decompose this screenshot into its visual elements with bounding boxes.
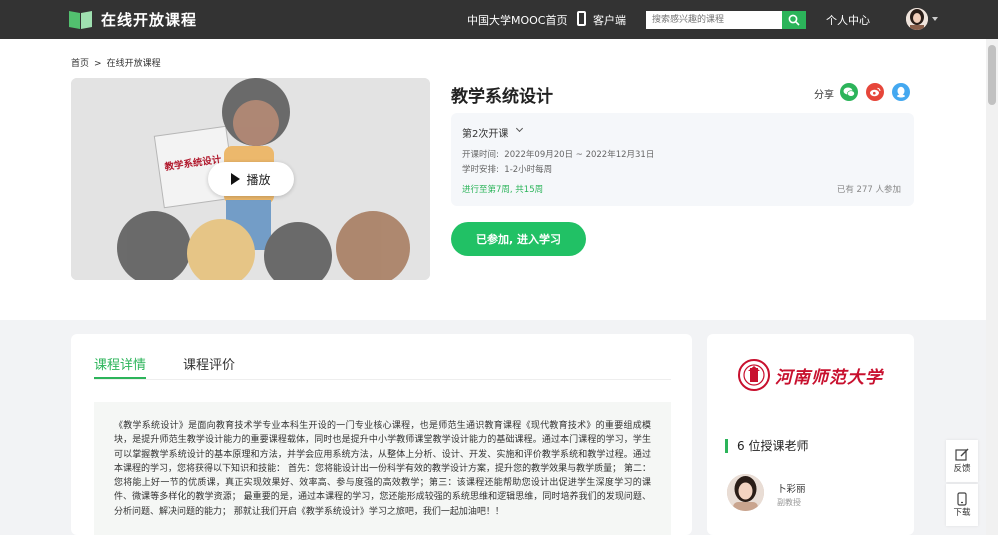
play-icon xyxy=(231,173,241,185)
active-tab-indicator xyxy=(94,377,146,379)
course-video-cover[interactable]: 教学系统设计 播放 xyxy=(71,78,430,280)
course-time-value: 2022年09月20日 ~ 2022年12月31日 xyxy=(504,150,655,160)
teacher-role: 副教授 xyxy=(777,498,801,507)
play-label: 播放 xyxy=(246,172,271,187)
scrollbar-thumb[interactable] xyxy=(988,45,996,105)
nav-personal-center[interactable]: 个人中心 xyxy=(826,12,870,28)
course-schedule-row: 学时安排: 1-2小时每周 xyxy=(462,163,552,175)
tab-course-details[interactable]: 课程详情 xyxy=(94,354,146,373)
play-button[interactable]: 播放 xyxy=(208,162,294,196)
course-detail-card: 课程详情 课程评价 《教学系统设计》是面向教育技术学专业本科生开设的一门专业核心… xyxy=(71,334,692,535)
chevron-down-icon[interactable] xyxy=(932,17,938,21)
participant-count: 已有 277 人参加 xyxy=(836,185,901,195)
university-name: 河南师范大学 xyxy=(775,367,883,388)
qq-share-icon[interactable] xyxy=(892,83,910,101)
university-logo[interactable]: 河南师范大学 xyxy=(737,358,883,392)
weibo-share-icon[interactable] xyxy=(866,83,884,101)
course-title: 教学系统设计 xyxy=(451,87,553,107)
tab-course-reviews[interactable]: 课程评价 xyxy=(183,354,235,373)
course-description: 《教学系统设计》是面向教育技术学专业本科生开设的一门专业核心课程，也是师范生通识… xyxy=(114,421,651,517)
feedback-label: 反馈 xyxy=(953,464,971,474)
search-input[interactable] xyxy=(646,11,782,29)
site-logo[interactable]: 在线开放课程 xyxy=(69,9,197,30)
chevron-down-icon[interactable] xyxy=(515,124,524,133)
tab-divider xyxy=(94,379,671,380)
search-button[interactable] xyxy=(782,11,806,29)
feedback-button[interactable]: 反馈 xyxy=(946,440,978,482)
enter-study-button[interactable]: 已参加, 进入学习 xyxy=(451,222,586,256)
course-time-label: 开课时间: xyxy=(462,150,499,160)
page-scrollbar[interactable] xyxy=(986,39,998,535)
course-info-card: 第2次开课 开课时间: 2022年09月20日 ~ 2022年12月31日 学时… xyxy=(451,113,914,206)
teacher-avatar[interactable] xyxy=(727,474,764,511)
breadcrumb-home[interactable]: 首页 xyxy=(71,59,89,69)
search-icon xyxy=(788,14,800,26)
teacher-count-heading: 6 位授课老师 xyxy=(725,439,808,453)
book-logo-icon xyxy=(69,10,93,30)
download-button[interactable]: 下载 xyxy=(946,484,978,526)
course-description-box: 《教学系统设计》是面向教育技术学专业本科生开设的一门专业核心课程，也是师范生通识… xyxy=(94,402,671,535)
course-schedule-label: 学时安排: xyxy=(462,165,499,175)
user-avatar[interactable] xyxy=(906,8,928,30)
mobile-download-icon xyxy=(957,492,967,506)
breadcrumb-separator: > xyxy=(94,59,102,69)
share-label: 分享 xyxy=(814,90,834,101)
course-time-row: 开课时间: 2022年09月20日 ~ 2022年12月31日 xyxy=(462,148,654,160)
mobile-phone-icon[interactable] xyxy=(577,11,586,26)
download-label: 下载 xyxy=(953,508,971,518)
logo-text: 在线开放课程 xyxy=(101,11,198,29)
course-progress: 进行至第7周, 共15周 xyxy=(462,185,544,195)
nav-mooc-home[interactable]: 中国大学MOOC首页 xyxy=(467,12,568,28)
wechat-share-icon[interactable] xyxy=(840,83,858,101)
breadcrumb-current[interactable]: 在线开放课程 xyxy=(107,59,161,69)
nav-client[interactable]: 客户端 xyxy=(593,12,626,28)
top-nav-bar: 在线开放课程 中国大学MOOC首页 客户端 个人中心 xyxy=(0,0,998,39)
breadcrumb: 首页 > 在线开放课程 xyxy=(71,56,166,69)
university-card: 河南师范大学 6 位授课老师 卜彩丽 副教授 xyxy=(707,334,914,535)
term-selector[interactable]: 第2次开课 xyxy=(462,125,508,140)
teacher-name[interactable]: 卜彩丽 xyxy=(777,481,806,495)
edit-icon xyxy=(955,448,969,461)
course-schedule-value: 1-2小时每周 xyxy=(504,165,553,175)
university-seal-icon xyxy=(738,359,770,391)
